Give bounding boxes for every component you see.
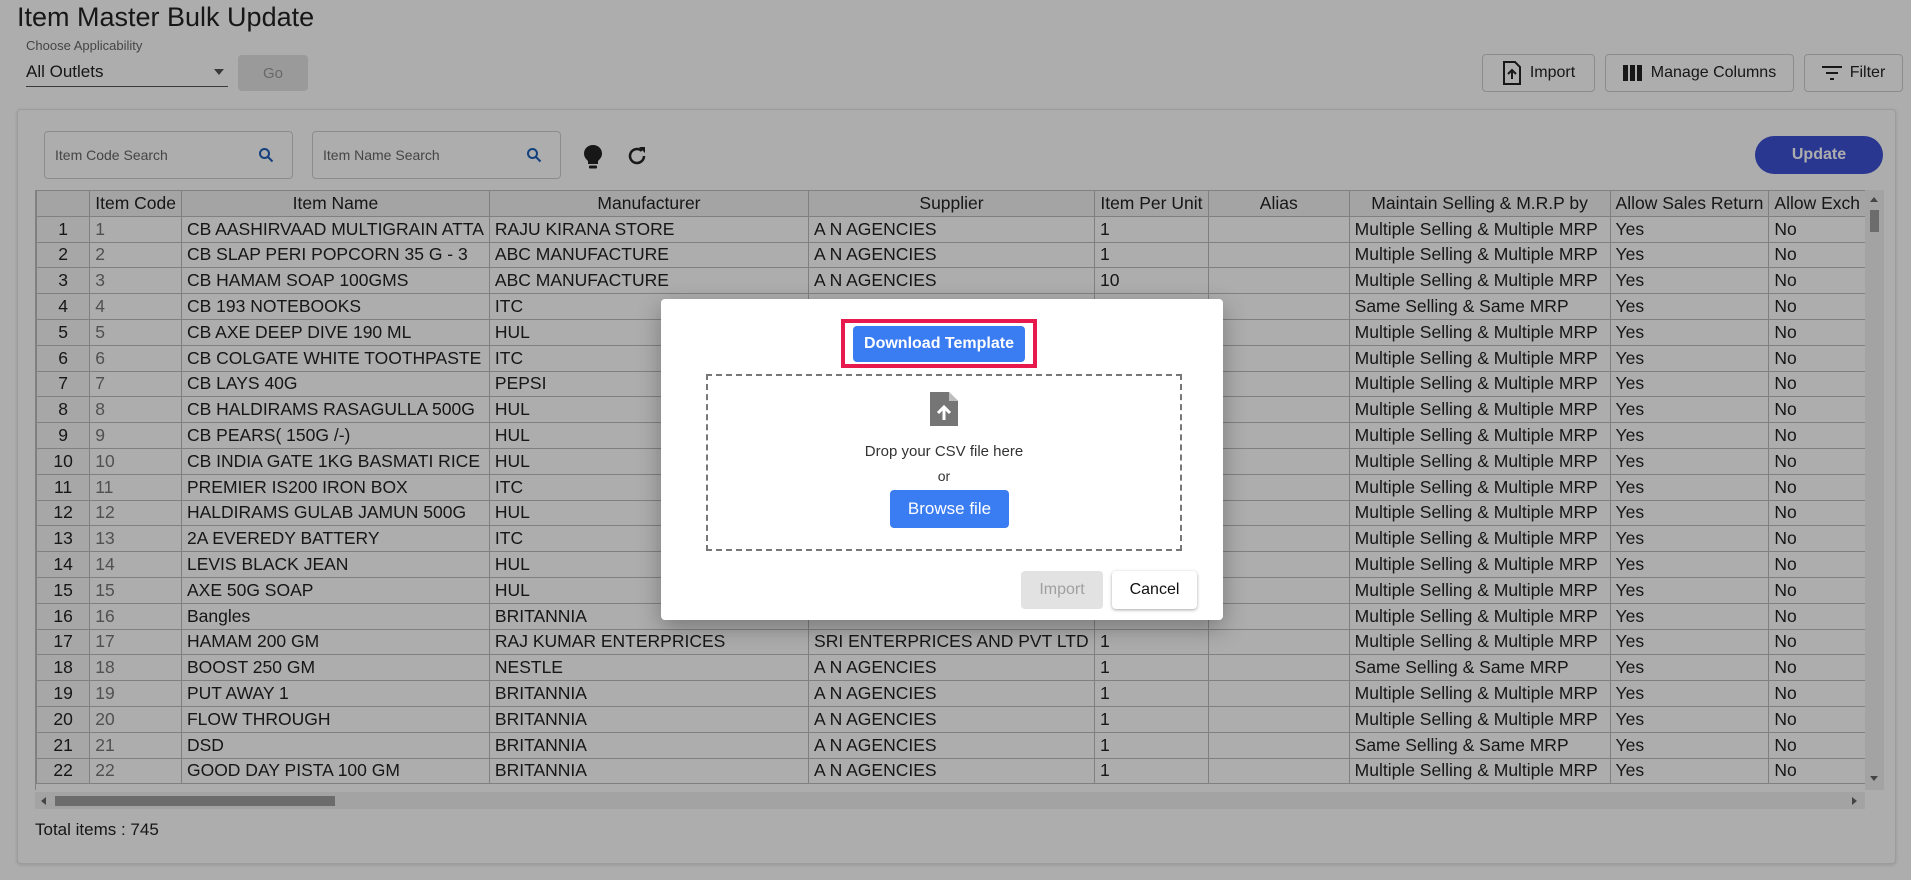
modal-cancel-button[interactable]: Cancel [1112, 571, 1197, 609]
download-template-button[interactable]: Download Template [853, 326, 1025, 362]
browse-file-button[interactable]: Browse file [890, 490, 1009, 528]
file-upload-icon [930, 392, 958, 426]
import-dialog: Download Template Drop your CSV file her… [661, 299, 1223, 620]
csv-drop-zone[interactable]: Drop your CSV file here or Browse file [706, 374, 1182, 551]
or-separator: or [937, 468, 951, 484]
drop-instructions: Drop your CSV file here [864, 443, 1024, 460]
modal-import-button[interactable]: Import [1021, 571, 1103, 609]
